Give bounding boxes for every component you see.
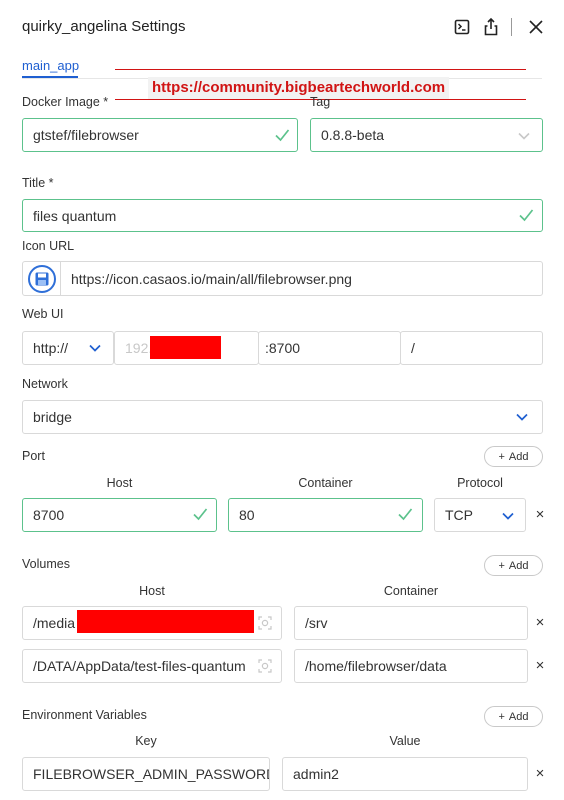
add-port-label: Add (508, 450, 529, 463)
remove-volume-button[interactable]: × (533, 615, 547, 630)
network-value: bridge (33, 409, 72, 425)
tag-value: 0.8.8-beta (321, 127, 385, 143)
plus-icon: + (498, 450, 505, 463)
volume-container-input[interactable]: /home/filebrowser/data (294, 649, 528, 683)
volumes-col-host: Host (139, 584, 165, 598)
watermark-line-top (115, 69, 526, 70)
port-col-protocol: Protocol (457, 476, 503, 490)
settings-dialog: quirky_angelina Settings main_app https:… (0, 0, 564, 800)
terminal-icon[interactable] (454, 19, 470, 35)
redaction-block (150, 336, 221, 359)
chevron-down-icon (516, 413, 528, 421)
title-value: files quantum (33, 207, 117, 224)
title-label: Title * (22, 176, 54, 190)
volume-container-value: /home/filebrowser/data (305, 658, 447, 674)
network-label: Network (22, 377, 68, 391)
volume-container-value: /srv (305, 615, 328, 631)
docker-image-label: Docker Image * (22, 95, 109, 109)
env-label: Environment Variables (22, 708, 147, 722)
add-port-button[interactable]: + Add (484, 446, 543, 467)
check-icon (193, 508, 208, 521)
web-ui-port-input[interactable]: :8700 (258, 331, 401, 365)
volumes-col-container: Container (383, 584, 439, 598)
env-key-value: FILEBROWSER_ADMIN_PASSWORD (33, 766, 270, 782)
icon-url-input[interactable]: https://icon.casaos.io/main/all/filebrow… (22, 261, 543, 296)
network-select[interactable]: bridge (22, 400, 543, 434)
add-env-label: Add (508, 710, 529, 723)
browse-folder-icon[interactable] (258, 659, 272, 673)
env-value-input[interactable]: admin2 (282, 757, 528, 791)
web-ui-scheme-value: http:// (33, 340, 69, 356)
port-col-container: Container (298, 476, 353, 490)
port-protocol-value: TCP (445, 507, 473, 523)
plus-icon: + (498, 559, 505, 572)
check-icon (519, 209, 534, 222)
port-col-host: Host (106, 476, 133, 490)
docker-image-value: gtstef/filebrowser (33, 127, 139, 143)
port-container-value: 80 (239, 507, 255, 523)
web-ui-host-value: 192. (125, 340, 153, 356)
tag-label: Tag (310, 95, 331, 109)
chevron-down-icon (502, 512, 514, 520)
remove-volume-button[interactable]: × (533, 658, 547, 673)
volume-host-input[interactable]: /DATA/AppData/test-files-quantum (22, 649, 282, 683)
web-ui-path-input[interactable]: / (400, 331, 543, 365)
port-host-value: 8700 (33, 507, 65, 523)
volume-host-value: /media (33, 615, 76, 631)
web-ui-path-value: / (411, 340, 415, 356)
add-volume-label: Add (508, 559, 529, 572)
redaction-block (77, 610, 254, 633)
add-volume-button[interactable]: + Add (484, 555, 543, 576)
browse-folder-icon[interactable] (258, 616, 272, 630)
close-icon[interactable] (529, 20, 543, 34)
tag-select[interactable]: 0.8.8-beta (310, 118, 543, 152)
port-host-input[interactable]: 8700 (22, 498, 217, 532)
remove-env-button[interactable]: × (533, 766, 547, 781)
env-col-key: Key (135, 734, 157, 748)
volumes-label: Volumes (22, 557, 70, 571)
env-key-input[interactable]: FILEBROWSER_ADMIN_PASSWORD (22, 757, 270, 791)
check-icon (275, 129, 290, 142)
chevron-down-icon (518, 132, 530, 140)
check-icon (398, 508, 413, 521)
web-ui-label: Web UI (22, 307, 64, 321)
title-input[interactable]: files quantum (22, 199, 543, 232)
web-ui-port-value: :8700 (265, 340, 301, 356)
chevron-down-icon (89, 344, 101, 352)
plus-icon: + (498, 710, 505, 723)
icon-url-label: Icon URL (22, 239, 75, 253)
env-value-value: admin2 (293, 766, 339, 782)
icon-url-value: https://icon.casaos.io/main/all/filebrow… (71, 270, 352, 287)
share-export-icon[interactable] (483, 17, 499, 36)
icon-preview-box (23, 262, 61, 295)
tab-main-app[interactable]: main_app (22, 58, 79, 73)
add-env-button[interactable]: + Add (484, 706, 543, 727)
volume-container-input[interactable]: /srv (294, 606, 528, 640)
header-divider (511, 18, 512, 36)
port-container-input[interactable]: 80 (228, 498, 423, 532)
volume-host-value: /DATA/AppData/test-files-quantum (33, 658, 246, 674)
dialog-title: quirky_angelina Settings (22, 18, 186, 35)
watermark-text: https://community.bigbeartechworld.com (148, 77, 450, 99)
docker-image-input[interactable]: gtstef/filebrowser (22, 118, 298, 152)
remove-port-button[interactable]: × (533, 507, 547, 522)
save-disk-icon (27, 264, 56, 293)
env-col-value: Value (389, 734, 421, 748)
port-label: Port (22, 449, 45, 463)
